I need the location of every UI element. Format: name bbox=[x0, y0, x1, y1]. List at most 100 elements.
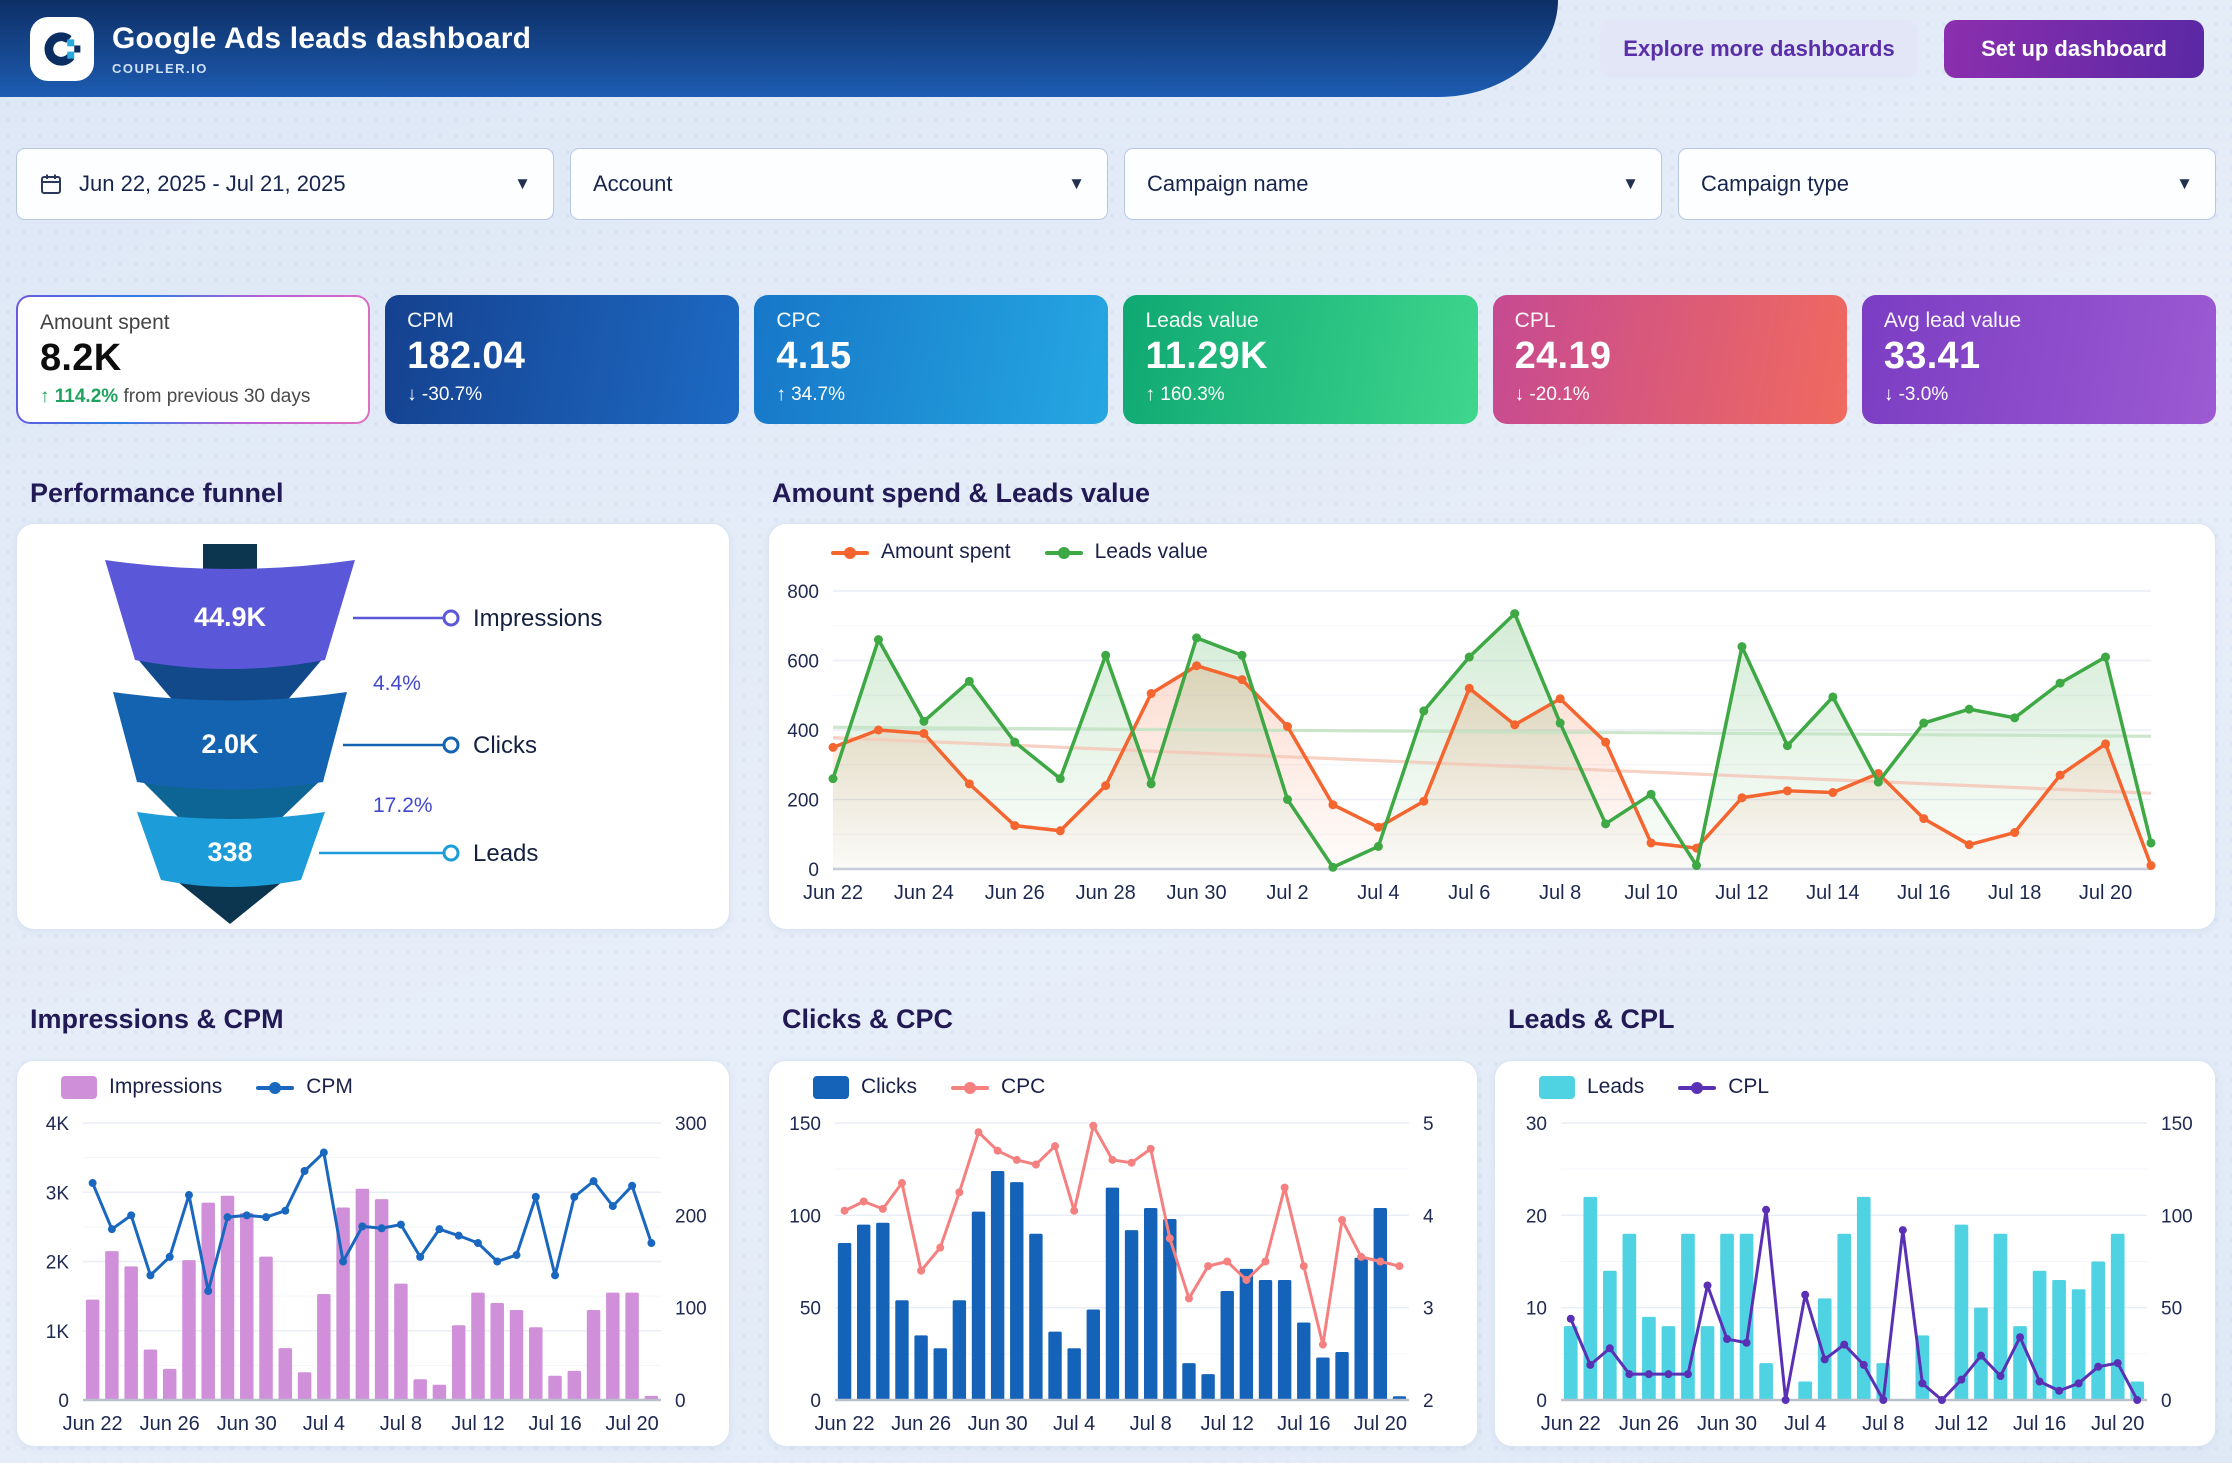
kpi-value: 33.41 bbox=[1884, 335, 2194, 378]
svg-text:Jul 12: Jul 12 bbox=[451, 1413, 504, 1435]
date-range-filter[interactable]: Jun 22, 2025 - Jul 21, 2025 ▼ bbox=[16, 148, 554, 220]
kpi-delta: ↑ 114.2% from previous 30 days bbox=[40, 386, 346, 408]
impressions-cpm-card: ImpressionsCPM 01K2K3K4K0100200300Jun 22… bbox=[16, 1060, 730, 1447]
up-arrow-icon: ↑ 114.2% bbox=[40, 386, 118, 407]
svg-text:Leads: Leads bbox=[473, 840, 538, 867]
kpi-card-cpm: CPM182.04↓ -30.7% bbox=[385, 295, 739, 424]
performance-funnel-card: 44.9K2.0K338ImpressionsClicks4.4%Leads17… bbox=[16, 523, 730, 930]
svg-text:3K: 3K bbox=[46, 1183, 70, 1204]
svg-text:Jul 4: Jul 4 bbox=[1053, 1413, 1095, 1435]
svg-text:Jun 30: Jun 30 bbox=[1697, 1413, 1757, 1435]
svg-text:0: 0 bbox=[810, 1391, 821, 1412]
down-arrow-icon: ↓ -30.7% bbox=[407, 384, 482, 405]
svg-text:Jun 30: Jun 30 bbox=[1167, 882, 1227, 904]
clicks-cpc-card: ClicksCPC 0501001502345Jun 22Jun 26Jun 3… bbox=[768, 1060, 1478, 1447]
svg-text:Jul 20: Jul 20 bbox=[2091, 1413, 2144, 1435]
header-actions: Explore more dashboards Set up dashboard bbox=[1600, 20, 2204, 78]
svg-text:0: 0 bbox=[808, 860, 819, 881]
svg-text:2.0K: 2.0K bbox=[201, 729, 259, 759]
kpi-card-cpc: CPC4.15↑ 34.7% bbox=[754, 295, 1108, 424]
svg-text:50: 50 bbox=[2161, 1299, 2182, 1320]
clicks-cpc-chart[interactable]: 0501001502345Jun 22Jun 26Jun 30Jul 4Jul … bbox=[769, 1061, 1479, 1448]
kpi-label: Amount spent bbox=[40, 311, 346, 335]
leads-cpl-card: LeadsCPL 0102030050100150Jun 22Jun 26Jun… bbox=[1494, 1060, 2216, 1447]
page-title: Google Ads leads dashboard bbox=[112, 22, 531, 56]
svg-text:600: 600 bbox=[787, 652, 819, 673]
svg-text:Jul 14: Jul 14 bbox=[1806, 882, 1859, 904]
svg-text:4.4%: 4.4% bbox=[373, 672, 421, 695]
svg-text:Jul 4: Jul 4 bbox=[1357, 882, 1399, 904]
kpi-card-avg-lead-value: Avg lead value33.41↓ -3.0% bbox=[1862, 295, 2216, 424]
svg-text:100: 100 bbox=[789, 1206, 821, 1227]
svg-text:Jul 12: Jul 12 bbox=[1715, 882, 1768, 904]
account-filter-label: Account bbox=[593, 171, 1068, 197]
filter-bar: Jun 22, 2025 - Jul 21, 2025 ▼ Account ▼ … bbox=[16, 148, 2216, 220]
svg-text:Jul 16: Jul 16 bbox=[528, 1413, 581, 1435]
svg-text:400: 400 bbox=[787, 721, 819, 742]
kpi-delta: ↑ 34.7% bbox=[776, 384, 1086, 406]
svg-text:17.2%: 17.2% bbox=[373, 794, 433, 817]
kpi-label: CPL bbox=[1515, 309, 1825, 333]
svg-text:Jun 22: Jun 22 bbox=[63, 1413, 123, 1435]
kpi-delta: ↓ -30.7% bbox=[407, 384, 717, 406]
svg-text:Impressions: Impressions bbox=[473, 605, 602, 632]
svg-text:Jul 16: Jul 16 bbox=[1277, 1413, 1330, 1435]
spend-leads-chart[interactable]: 0200400600800Jun 22Jun 24Jun 26Jun 28Jun… bbox=[769, 524, 2217, 931]
kpi-label: Leads value bbox=[1145, 309, 1455, 333]
coupler-logo bbox=[30, 17, 94, 81]
account-filter[interactable]: Account ▼ bbox=[570, 148, 1108, 220]
svg-text:150: 150 bbox=[2161, 1114, 2193, 1135]
svg-text:Jul 10: Jul 10 bbox=[1624, 882, 1677, 904]
svg-text:100: 100 bbox=[2161, 1206, 2193, 1227]
campaign-name-filter-label: Campaign name bbox=[1147, 171, 1622, 197]
svg-text:Jul 8: Jul 8 bbox=[1539, 882, 1581, 904]
svg-text:Jul 8: Jul 8 bbox=[1130, 1413, 1172, 1435]
chevron-down-icon: ▼ bbox=[514, 174, 531, 194]
svg-text:Jun 22: Jun 22 bbox=[803, 882, 863, 904]
svg-text:5: 5 bbox=[1423, 1114, 1434, 1135]
svg-text:800: 800 bbox=[787, 582, 819, 603]
kpi-row: Amount spent8.2K ↑ 114.2% from previous 3… bbox=[16, 295, 2216, 418]
svg-text:200: 200 bbox=[675, 1206, 707, 1227]
brand-label: COUPLER.IO bbox=[112, 61, 531, 76]
svg-text:200: 200 bbox=[787, 791, 819, 812]
leads-cpl-chart[interactable]: 0102030050100150Jun 22Jun 26Jun 30Jul 4J… bbox=[1495, 1061, 2217, 1448]
kpi-delta: ↓ -3.0% bbox=[1884, 384, 2194, 406]
impressions-cpm-chart[interactable]: 01K2K3K4K0100200300Jun 22Jun 26Jun 30Jul… bbox=[17, 1061, 731, 1448]
svg-text:10: 10 bbox=[1526, 1299, 1547, 1320]
svg-text:3: 3 bbox=[1423, 1299, 1434, 1320]
kpi-card-amount-spent: Amount spent8.2K ↑ 114.2% from previous 3… bbox=[16, 295, 370, 424]
campaign-name-filter[interactable]: Campaign name ▼ bbox=[1124, 148, 1662, 220]
svg-text:Jul 6: Jul 6 bbox=[1448, 882, 1490, 904]
svg-text:Jun 26: Jun 26 bbox=[985, 882, 1045, 904]
kpi-label: CPM bbox=[407, 309, 717, 333]
set-up-dashboard-button[interactable]: Set up dashboard bbox=[1944, 20, 2204, 78]
svg-text:0: 0 bbox=[675, 1391, 686, 1412]
kpi-value: 24.19 bbox=[1515, 335, 1825, 378]
kpi-card-leads-value: Leads value11.29K↑ 160.3% bbox=[1123, 295, 1477, 424]
svg-text:4K: 4K bbox=[46, 1114, 70, 1135]
chevron-down-icon: ▼ bbox=[1622, 174, 1639, 194]
svg-text:Jun 22: Jun 22 bbox=[815, 1413, 875, 1435]
svg-text:0: 0 bbox=[58, 1391, 69, 1412]
svg-text:Jun 26: Jun 26 bbox=[1619, 1413, 1679, 1435]
kpi-label: CPC bbox=[776, 309, 1086, 333]
svg-text:Jul 20: Jul 20 bbox=[1354, 1413, 1407, 1435]
app-header: Google Ads leads dashboard COUPLER.IO bbox=[0, 0, 1558, 97]
svg-text:338: 338 bbox=[207, 837, 252, 867]
down-arrow-icon: ↓ -20.1% bbox=[1515, 384, 1590, 405]
spend-leads-chart-card: Amount spentLeads value 0200400600800Jun… bbox=[768, 523, 2216, 930]
svg-text:300: 300 bbox=[675, 1114, 707, 1135]
kpi-value: 8.2K bbox=[40, 337, 346, 380]
up-arrow-icon: ↑ 160.3% bbox=[1145, 384, 1224, 405]
performance-funnel-chart[interactable]: 44.9K2.0K338ImpressionsClicks4.4%Leads17… bbox=[17, 524, 731, 931]
date-range-value: Jun 22, 2025 - Jul 21, 2025 bbox=[79, 171, 514, 197]
campaign-type-filter[interactable]: Campaign type ▼ bbox=[1678, 148, 2216, 220]
svg-text:Jul 2: Jul 2 bbox=[1266, 882, 1308, 904]
svg-text:100: 100 bbox=[675, 1299, 707, 1320]
svg-text:Jul 8: Jul 8 bbox=[380, 1413, 422, 1435]
svg-text:44.9K: 44.9K bbox=[194, 602, 267, 632]
explore-more-dashboards-button[interactable]: Explore more dashboards bbox=[1600, 20, 1918, 78]
campaign-type-filter-label: Campaign type bbox=[1701, 171, 2176, 197]
svg-text:Jun 30: Jun 30 bbox=[968, 1413, 1028, 1435]
